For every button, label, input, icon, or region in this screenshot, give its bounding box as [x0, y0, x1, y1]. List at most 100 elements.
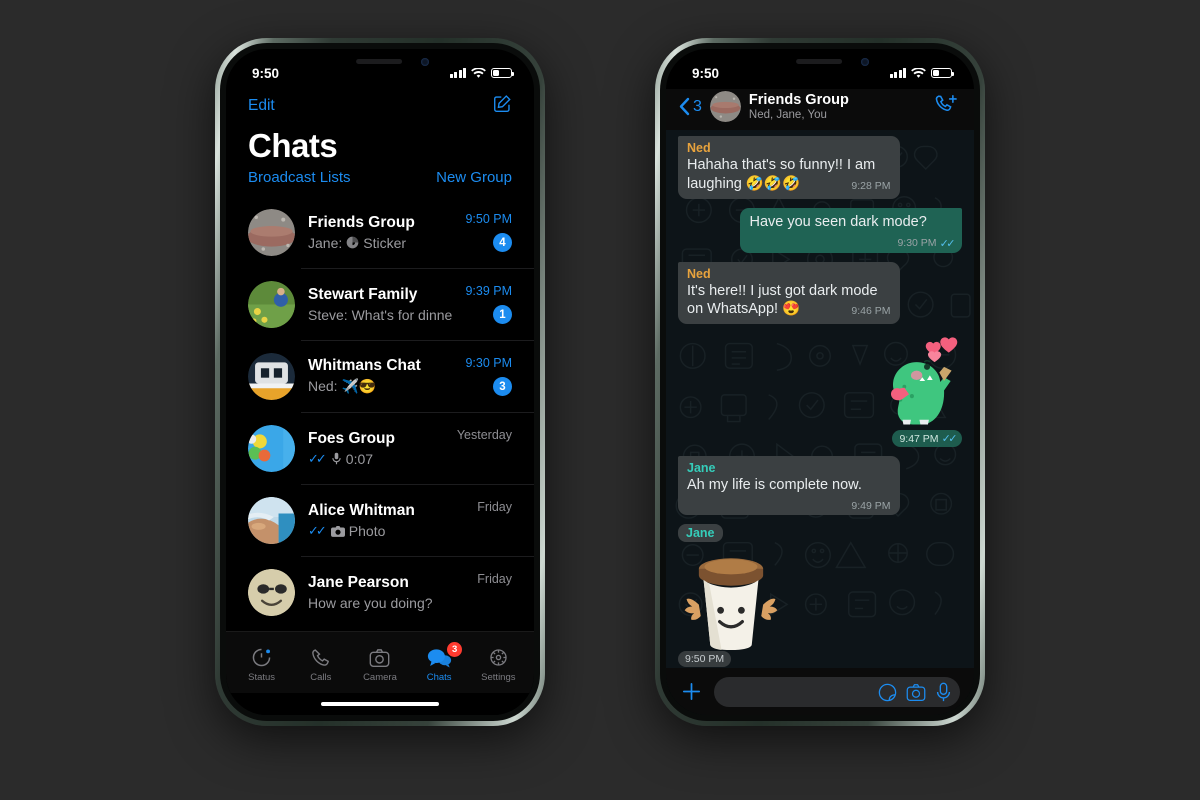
chat-list[interactable]: Friends Group Jane: Sticker 9:50 PM 4 Stewar…	[226, 196, 534, 631]
message-row[interactable]: Ned It's here!! I just got dark mode on W…	[678, 261, 962, 325]
chat-item-preview: Jane: Sticker	[308, 235, 452, 251]
chat-item-text: Foes Group ✓✓ 0:07	[308, 430, 444, 467]
wifi-icon	[471, 67, 486, 78]
tab-settings[interactable]: Settings	[469, 647, 527, 683]
chevron-left-icon	[679, 97, 690, 116]
message-time: 9:49 PM	[851, 500, 891, 513]
message-row[interactable]: Have you seen dark mode? 9:30 PM ✓✓	[678, 207, 962, 253]
conversation-participants: Ned, Jane, You	[748, 109, 827, 122]
chat-list-item[interactable]: Stewart Family Steve: What's for dinner? 9…	[226, 268, 534, 340]
chat-item-text: Stewart Family Steve: What's for dinner?	[308, 286, 452, 323]
chat-item-time: Yesterday	[456, 428, 512, 442]
chat-item-time: 9:50 PM	[465, 212, 512, 226]
chat-item-text: Jane Pearson How are you doing?	[308, 574, 464, 611]
tab-camera[interactable]: Camera	[351, 647, 409, 683]
sticker-icon[interactable]	[878, 683, 897, 702]
tab-label: Settings	[481, 671, 516, 683]
message-input[interactable]	[714, 677, 960, 707]
page-title: Chats	[248, 127, 338, 164]
status-time: 9:50	[692, 65, 720, 81]
status-ring-icon	[251, 647, 272, 669]
chat-item-preview: ✓✓ 0:07	[308, 451, 444, 467]
tab-status[interactable]: Status	[233, 647, 291, 683]
right-phone-bezel: 9:50 3 Friends Group Ned, Jane, You Ned …	[660, 43, 980, 721]
left-phone-device: 9:50 Edit Chats Broadcast Lists New Grou…	[215, 38, 545, 726]
read-receipt-icon: ✓✓	[941, 433, 958, 446]
preview-text: How are you doing?	[308, 594, 433, 611]
sticker-icon	[346, 236, 359, 249]
avatar[interactable]	[709, 91, 741, 122]
chat-item-time: Friday	[477, 500, 512, 514]
bottom-tab-bar[interactable]: Status Calls Camera Chats 3 Settings	[226, 631, 534, 693]
chat-list-item[interactable]: Jane Pearson How are you doing? Friday	[226, 556, 534, 628]
coffee-cup-sticker[interactable]	[678, 546, 784, 655]
message-bubble[interactable]: Have you seen dark mode? 9:30 PM ✓✓	[740, 207, 962, 253]
chat-item-text: Alice Whitman ✓✓ Photo	[308, 502, 464, 539]
camera-icon[interactable]	[906, 683, 926, 702]
message-bubble[interactable]: Jane Ah my life is complete now. 9:49 PM	[678, 456, 900, 516]
tab-label: Camera	[363, 671, 397, 683]
tab-label: Calls	[310, 671, 332, 683]
message-time: 9:50 PM	[685, 653, 725, 666]
message-row[interactable]: Jane Ah my life is complete now. 9:49 PM	[678, 456, 962, 516]
chat-list-item[interactable]: Friends Group Jane: Sticker 9:50 PM 4	[226, 196, 534, 268]
tab-calls[interactable]: Calls	[292, 647, 350, 683]
read-receipt-icon: ✓✓	[308, 450, 327, 466]
right-phone-device: 9:50 3 Friends Group Ned, Jane, You Ned …	[655, 38, 985, 726]
chat-item-text: Friends Group Jane: Sticker	[308, 214, 452, 251]
message-text: Have you seen dark mode?	[749, 213, 927, 230]
right-phone-screen: 9:50 3 Friends Group Ned, Jane, You Ned …	[666, 49, 974, 715]
message-sender: Ned	[687, 141, 711, 155]
mic-icon[interactable]	[935, 682, 952, 702]
conversation-meta[interactable]: Friends Group Ned, Jane, You	[749, 92, 926, 122]
wifi-icon	[911, 67, 926, 78]
broadcast-lists-button[interactable]: Broadcast Lists	[248, 169, 351, 186]
phone-icon	[310, 647, 331, 669]
chats-screen: Edit Chats Broadcast Lists New Group Fri…	[226, 89, 534, 715]
read-receipt-icon: ✓✓	[308, 522, 327, 538]
status-time: 9:50	[252, 65, 280, 81]
status-bar: 9:50	[666, 49, 974, 89]
message-time: 9:47 PM	[899, 432, 939, 445]
sticker-message[interactable]: 9:47 PM ✓✓	[678, 333, 962, 448]
edit-button[interactable]: Edit	[248, 97, 275, 115]
chat-list-item[interactable]: Alice Whitman ✓✓ Photo Friday	[226, 484, 534, 556]
conversation-header: 3 Friends Group Ned, Jane, You	[666, 89, 974, 130]
dinosaur-heart-sticker[interactable]	[858, 333, 962, 434]
chat-item-right: Friday	[477, 500, 512, 540]
back-button[interactable]: 3	[678, 97, 702, 116]
message-bubble[interactable]: Ned It's here!! I just got dark mode on W…	[678, 261, 900, 325]
message-list[interactable]: Ned Hahaha that's so funny!! I am laughin…	[666, 130, 974, 668]
message-row[interactable]: Ned Hahaha that's so funny!! I am laughin…	[678, 136, 962, 199]
message-text: Ah my life is complete now.	[687, 477, 862, 494]
message-time: 9:28 PM	[851, 179, 891, 192]
avatar	[248, 424, 295, 472]
message-meta: 9:47 PM ✓✓	[892, 430, 962, 448]
message-bubble[interactable]: Ned Hahaha that's so funny!! I am laughin…	[678, 136, 900, 199]
conversation-screen: 3 Friends Group Ned, Jane, You Ned Hahah…	[666, 89, 974, 715]
plus-icon[interactable]	[680, 680, 703, 705]
sticker-message[interactable]: Jane 9:50 PM	[678, 524, 962, 668]
new-group-button[interactable]: New Group	[436, 169, 512, 186]
left-phone-screen: 9:50 Edit Chats Broadcast Lists New Grou…	[226, 49, 534, 715]
chat-item-name: Foes Group	[308, 429, 395, 447]
tab-chats[interactable]: Chats 3	[410, 641, 468, 683]
chats-header-row: Edit	[248, 91, 512, 121]
home-indicator	[226, 693, 534, 715]
message-text: It's here!! I just got dark mode on What…	[687, 282, 878, 318]
video-call-add-icon[interactable]	[934, 93, 958, 120]
unread-badge: 4	[493, 233, 512, 252]
camera-icon	[330, 525, 345, 537]
avatar	[248, 208, 295, 256]
unread-back-count: 3	[693, 97, 702, 115]
compose-icon[interactable]	[493, 94, 512, 118]
chat-list-item[interactable]: Whitmans Chat Ned: ✈️😎 9:30 PM 3	[226, 340, 534, 412]
message-sender: Jane	[687, 461, 716, 476]
chat-item-preview: Ned: ✈️😎	[308, 378, 452, 395]
avatar	[248, 280, 295, 328]
message-composer[interactable]	[666, 668, 974, 715]
unread-badge: 1	[493, 305, 512, 324]
chat-item-time: Friday	[477, 572, 512, 586]
chat-list-item[interactable]: Foes Group ✓✓ 0:07 Yesterday	[226, 412, 534, 484]
conversation-title: Friends Group	[748, 91, 849, 108]
